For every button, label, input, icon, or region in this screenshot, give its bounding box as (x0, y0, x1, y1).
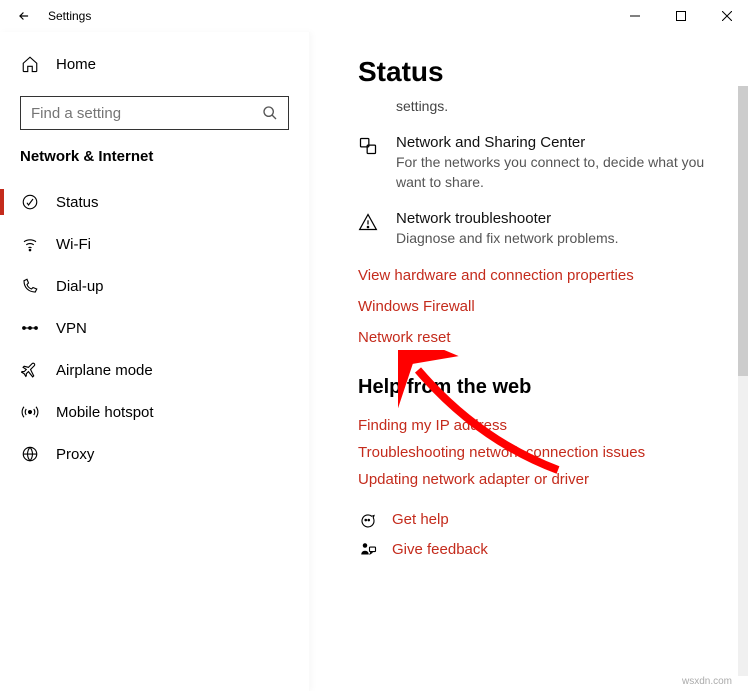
main-content: Status settings. Network and Sharing Cen… (310, 32, 750, 691)
watermark: wsxdn.com (682, 676, 732, 687)
help-link-troubleshoot[interactable]: Troubleshooting network connection issue… (358, 444, 738, 461)
sidebar-item-label: VPN (56, 320, 87, 337)
sidebar-item-proxy[interactable]: Proxy (0, 433, 309, 475)
minimize-button[interactable] (612, 0, 658, 32)
link-network-reset[interactable]: Network reset (358, 329, 738, 346)
sidebar-item-airplane[interactable]: Airplane mode (0, 349, 309, 391)
status-icon (20, 192, 40, 212)
close-icon (722, 11, 732, 21)
warning-icon (358, 212, 378, 232)
sidebar-item-label: Dial-up (56, 278, 104, 295)
proxy-icon (20, 444, 40, 464)
sidebar: Home Network & Internet Status Wi-Fi Dia… (0, 32, 310, 691)
hotspot-icon (20, 402, 40, 422)
sidebar-item-wifi[interactable]: Wi-Fi (0, 223, 309, 265)
titlebar: Settings (0, 0, 750, 32)
action-feedback[interactable]: Give feedback (358, 540, 738, 560)
option-troubleshooter[interactable]: Network troubleshooter Diagnose and fix … (358, 210, 738, 249)
home-label: Home (56, 56, 96, 73)
search-input[interactable] (31, 105, 262, 122)
maximize-button[interactable] (658, 0, 704, 32)
dialup-icon (20, 276, 40, 296)
minimize-icon (630, 11, 640, 21)
option-title: Network and Sharing Center (396, 134, 716, 151)
scrollbar-thumb[interactable] (738, 86, 748, 376)
link-windows-firewall[interactable]: Windows Firewall (358, 298, 738, 315)
airplane-icon (20, 360, 40, 380)
window-controls (612, 0, 750, 32)
home-icon (20, 54, 40, 74)
search-icon (262, 105, 278, 121)
option-network-sharing[interactable]: Network and Sharing Center For the netwo… (358, 134, 738, 192)
sidebar-item-hotspot[interactable]: Mobile hotspot (0, 391, 309, 433)
search-box[interactable] (20, 96, 289, 130)
link-hardware-properties[interactable]: View hardware and connection properties (358, 267, 738, 284)
action-get-help[interactable]: Get help (358, 510, 738, 530)
sidebar-item-label: Mobile hotspot (56, 404, 154, 421)
help-section-title: Help from the web (358, 376, 738, 399)
close-button[interactable] (704, 0, 750, 32)
option-title: Network troubleshooter (396, 210, 619, 227)
sidebar-item-dialup[interactable]: Dial-up (0, 265, 309, 307)
action-label: Give feedback (392, 541, 488, 558)
help-link-ip[interactable]: Finding my IP address (358, 417, 738, 434)
category-header: Network & Internet (0, 148, 309, 181)
maximize-icon (676, 11, 686, 21)
settings-snippet: settings. (358, 98, 738, 114)
sidebar-item-label: Status (56, 194, 99, 211)
page-title: Status (358, 56, 738, 88)
chat-icon (358, 510, 378, 530)
feedback-icon (358, 540, 378, 560)
wifi-icon (20, 234, 40, 254)
sidebar-item-status[interactable]: Status (0, 181, 309, 223)
action-label: Get help (392, 511, 449, 528)
app-title: Settings (48, 9, 91, 23)
help-link-adapter[interactable]: Updating network adapter or driver (358, 471, 738, 488)
option-desc: For the networks you connect to, decide … (396, 153, 716, 192)
scrollbar[interactable] (738, 86, 748, 676)
sidebar-item-label: Proxy (56, 446, 94, 463)
option-desc: Diagnose and fix network problems. (396, 229, 619, 249)
sidebar-item-vpn[interactable]: VPN (0, 307, 309, 349)
vpn-icon (20, 318, 40, 338)
sharing-icon (358, 136, 378, 156)
sidebar-item-label: Wi-Fi (56, 236, 91, 253)
sidebar-item-label: Airplane mode (56, 362, 153, 379)
back-button[interactable] (8, 0, 40, 32)
arrow-left-icon (17, 9, 31, 23)
home-nav[interactable]: Home (0, 46, 309, 82)
